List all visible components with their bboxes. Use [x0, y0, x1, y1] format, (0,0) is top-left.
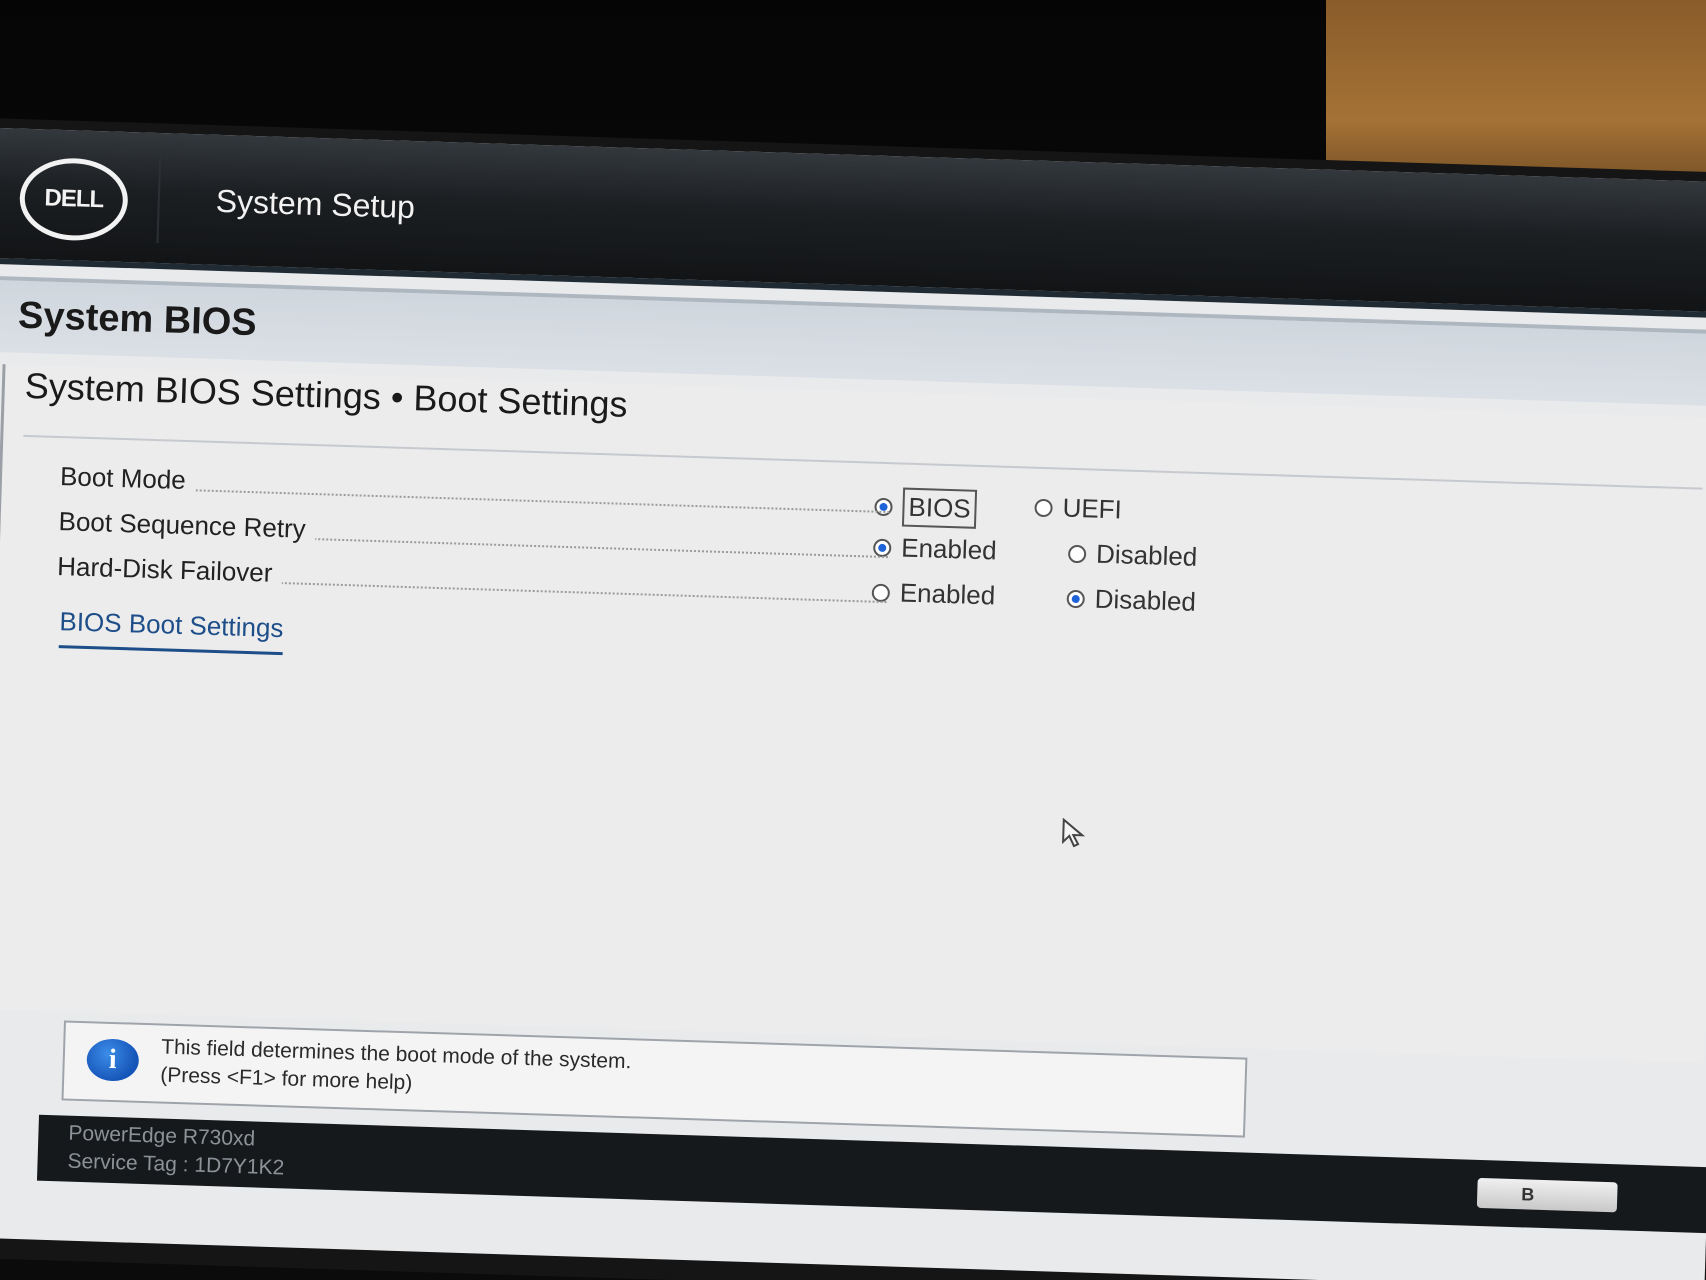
option-label: BIOS: [901, 487, 978, 529]
dell-logo: DELL: [18, 156, 130, 243]
radio-hdd-failover-disabled[interactable]: Disabled: [1066, 583, 1196, 618]
radio-unselected-icon: [871, 583, 891, 602]
radio-boot-mode-bios[interactable]: BIOS: [874, 487, 978, 529]
info-icon: i: [86, 1038, 140, 1082]
header-divider: [156, 153, 162, 244]
radio-unselected-icon: [1034, 498, 1053, 517]
page-title: System BIOS Settings • Boot Settings: [24, 364, 629, 425]
bios-screen: DELL System Setup System BIOS System BIO…: [0, 128, 1706, 1280]
option-label: UEFI: [1062, 492, 1123, 525]
settings-panel: System BIOS Settings • Boot Settings Boo…: [0, 364, 1706, 1064]
header-title: System Setup: [215, 182, 416, 226]
radio-boot-retry-disabled[interactable]: Disabled: [1067, 538, 1198, 573]
photo-frame: DELL System Setup System BIOS System BIO…: [0, 0, 1706, 1280]
option-label: Enabled: [899, 577, 996, 611]
model-name: PowerEdge R730xd: [68, 1121, 256, 1151]
footer-bar: PowerEdge R730xd Service Tag : 1D7Y1K2 B: [36, 1114, 1706, 1234]
radio-hdd-failover-enabled[interactable]: Enabled: [871, 577, 996, 612]
bios-boot-settings-link[interactable]: BIOS Boot Settings: [58, 606, 284, 656]
option-label: Disabled: [1094, 583, 1197, 617]
radio-selected-icon: [872, 538, 892, 557]
radio-boot-mode-uefi[interactable]: UEFI: [1034, 492, 1122, 526]
setting-label: Boot Sequence Retry: [58, 506, 317, 546]
help-text: This field determines the boot mode of t…: [160, 1034, 632, 1105]
option-label: Disabled: [1095, 538, 1198, 572]
option-label: Enabled: [900, 532, 998, 566]
radio-boot-retry-enabled[interactable]: Enabled: [872, 532, 998, 567]
back-button[interactable]: B: [1476, 1177, 1618, 1213]
setting-label: Hard-Disk Failover: [56, 551, 283, 590]
section-title: System BIOS: [17, 294, 258, 345]
radio-unselected-icon: [1067, 544, 1087, 563]
service-tag: Service Tag : 1D7Y1K2: [67, 1149, 285, 1180]
radio-selected-icon: [1066, 589, 1086, 608]
setting-label: Boot Mode: [59, 461, 197, 497]
